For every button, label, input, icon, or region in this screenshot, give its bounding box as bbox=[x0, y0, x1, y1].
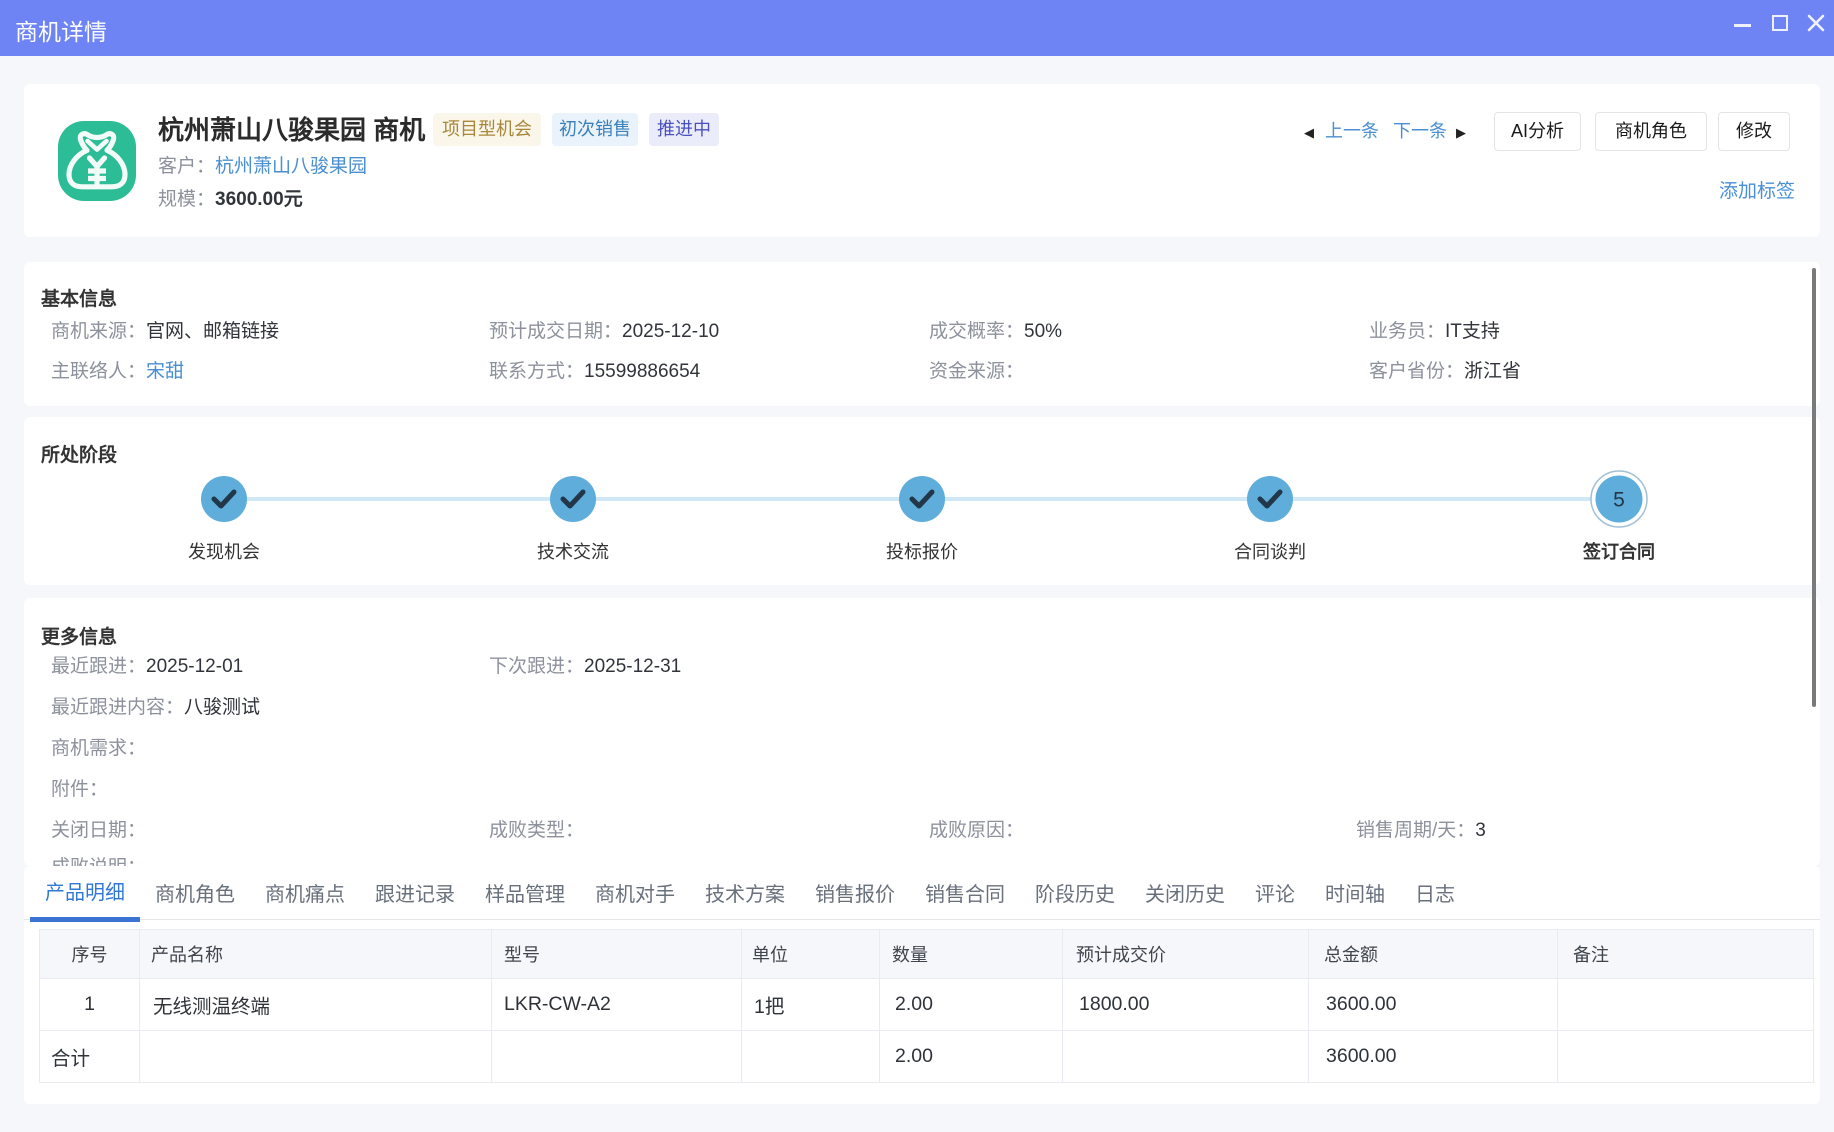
svg-text:5: 5 bbox=[1613, 489, 1625, 512]
